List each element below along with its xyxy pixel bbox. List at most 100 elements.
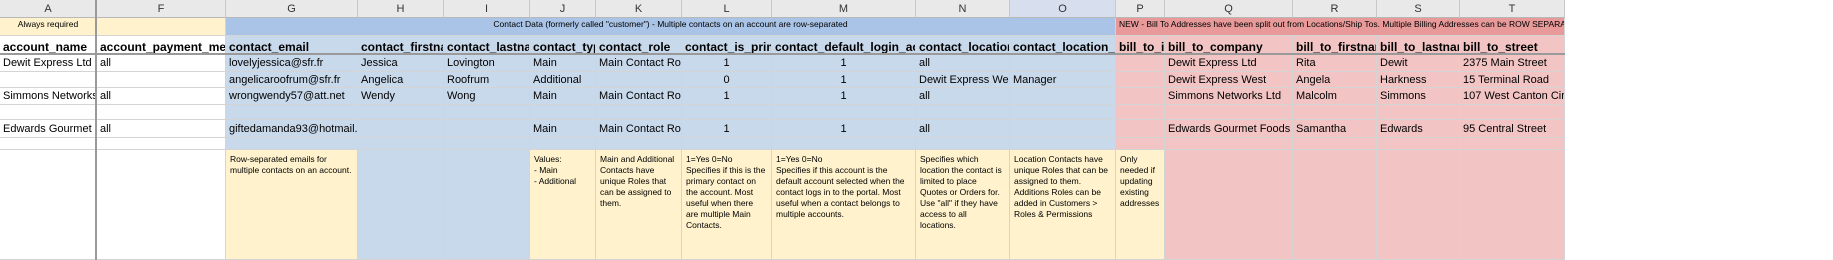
cell-contact-email[interactable]: angelicaroofrum@sfr.fr: [226, 72, 358, 88]
column-header-j[interactable]: J: [530, 0, 596, 18]
cell-account-name[interactable]: [0, 72, 97, 88]
note-contact-type[interactable]: Values: - Main - Additional: [530, 150, 596, 260]
column-header-r[interactable]: R: [1293, 0, 1377, 18]
cell-contact-location[interactable]: all: [916, 120, 1010, 138]
note-contact-location-role[interactable]: Location Contacts have unique Roles that…: [1010, 150, 1116, 260]
cell-bill-to-lastname[interactable]: Harkness: [1377, 72, 1460, 88]
note-contact-email[interactable]: Row-separated emails for multiple contac…: [226, 150, 358, 260]
cell-contact-is-primary[interactable]: 1: [682, 88, 772, 105]
cell-contact-type[interactable]: Additional: [530, 72, 596, 88]
cell-contact-email[interactable]: wrongwendy57@att.net: [226, 88, 358, 105]
note-account-payment-method[interactable]: [97, 150, 226, 260]
column-header-q[interactable]: Q: [1165, 0, 1293, 18]
cell-contact-type[interactable]: [530, 105, 596, 120]
cell-contact-location[interactable]: [916, 138, 1010, 150]
cell-bill-to-lastname[interactable]: Dewit: [1377, 55, 1460, 72]
banner-cell[interactable]: [97, 18, 226, 36]
note-bill-to-company[interactable]: [1165, 150, 1293, 260]
cell-account-name[interactable]: [0, 105, 97, 120]
cell-account-payment-method[interactable]: all: [97, 120, 226, 138]
note-contact-role[interactable]: Main and Additional Contacts have unique…: [596, 150, 682, 260]
banner-bill-to[interactable]: NEW - Bill To Addresses have been split …: [1116, 18, 1565, 36]
cell-bill-to-lastname[interactable]: [1377, 105, 1460, 120]
cell-contact-lastname[interactable]: [444, 138, 530, 150]
cell-account-payment-method[interactable]: [97, 105, 226, 120]
note-contact-firstname[interactable]: [358, 150, 444, 260]
cell-contact-email[interactable]: giftedamanda93@hotmail.it: [226, 120, 358, 138]
banner-always-required[interactable]: Always required: [0, 18, 97, 36]
cell-bill-to-company[interactable]: Dewit Express Ltd: [1165, 55, 1293, 72]
column-header-h[interactable]: H: [358, 0, 444, 18]
column-header-i[interactable]: I: [444, 0, 530, 18]
cell-contact-firstname[interactable]: Wendy: [358, 88, 444, 105]
cell-contact-location[interactable]: [916, 105, 1010, 120]
cell-contact-email[interactable]: lovelyjessica@sfr.fr: [226, 55, 358, 72]
cell-account-payment-method[interactable]: [97, 72, 226, 88]
cell-contact-type[interactable]: [530, 138, 596, 150]
cell-contact-default-login-account[interactable]: [772, 105, 916, 120]
cell-contact-location-role[interactable]: [1010, 138, 1116, 150]
cell-bill-to-id[interactable]: [1116, 55, 1165, 72]
cell-contact-firstname[interactable]: [358, 105, 444, 120]
note-contact-lastname[interactable]: [444, 150, 530, 260]
cell-contact-email[interactable]: [226, 138, 358, 150]
cell-contact-role[interactable]: Main Contact Role: [596, 120, 682, 138]
cell-bill-to-firstname[interactable]: [1293, 105, 1377, 120]
cell-bill-to-street[interactable]: 15 Terminal Road: [1460, 72, 1565, 88]
cell-bill-to-street[interactable]: 2375 Main Street: [1460, 55, 1565, 72]
cell-contact-lastname[interactable]: Lovington: [444, 55, 530, 72]
cell-contact-location[interactable]: all: [916, 55, 1010, 72]
cell-account-payment-method[interactable]: [97, 138, 226, 150]
cell-contact-location-role[interactable]: [1010, 105, 1116, 120]
note-bill-to-id[interactable]: Only needed if updating existing address…: [1116, 150, 1165, 260]
cell-account-name[interactable]: Edwards Gourmet Foods: [0, 120, 97, 138]
note-contact-is-primary[interactable]: 1=Yes 0=No Specifies if this is the prima…: [682, 150, 772, 260]
cell-contact-role[interactable]: Main Contact Role: [596, 55, 682, 72]
cell-bill-to-id[interactable]: [1116, 72, 1165, 88]
column-header-l[interactable]: L: [682, 0, 772, 18]
cell-bill-to-street[interactable]: 107 West Canton Circle: [1460, 88, 1565, 105]
cell-bill-to-firstname[interactable]: Rita: [1293, 55, 1377, 72]
cell-contact-role[interactable]: Main Contact Role: [596, 88, 682, 105]
cell-contact-firstname[interactable]: [358, 138, 444, 150]
cell-contact-type[interactable]: Main: [530, 120, 596, 138]
column-header-t[interactable]: T: [1460, 0, 1565, 18]
cell-contact-default-login-account[interactable]: 1: [772, 120, 916, 138]
cell-bill-to-id[interactable]: [1116, 138, 1165, 150]
cell-contact-is-primary[interactable]: 1: [682, 55, 772, 72]
cell-account-name[interactable]: Dewit Express Ltd: [0, 55, 97, 72]
note-bill-to-firstname[interactable]: [1293, 150, 1377, 260]
cell-contact-default-login-account[interactable]: 1: [772, 88, 916, 105]
cell-bill-to-street[interactable]: [1460, 138, 1565, 150]
cell-bill-to-company[interactable]: Edwards Gourmet Foods Ltd: [1165, 120, 1293, 138]
cell-contact-role[interactable]: [596, 138, 682, 150]
cell-contact-firstname[interactable]: Jessica: [358, 55, 444, 72]
cell-contact-location[interactable]: all: [916, 88, 1010, 105]
cell-contact-firstname[interactable]: Angelica: [358, 72, 444, 88]
cell-contact-location-role[interactable]: [1010, 55, 1116, 72]
column-header-g[interactable]: G: [226, 0, 358, 18]
note-account-name[interactable]: [0, 150, 97, 260]
cell-contact-lastname[interactable]: [444, 120, 530, 138]
cell-bill-to-company[interactable]: Dewit Express West: [1165, 72, 1293, 88]
note-bill-to-lastname[interactable]: [1377, 150, 1460, 260]
note-contact-default-login-account[interactable]: 1=Yes 0=No Specifies if this account is t…: [772, 150, 916, 260]
cell-contact-role[interactable]: [596, 105, 682, 120]
cell-contact-lastname[interactable]: Roofrum: [444, 72, 530, 88]
column-header-m[interactable]: M: [772, 0, 916, 18]
cell-contact-type[interactable]: Main: [530, 88, 596, 105]
cell-contact-role[interactable]: [596, 72, 682, 88]
cell-contact-default-login-account[interactable]: 1: [772, 55, 916, 72]
column-header-p[interactable]: P: [1116, 0, 1165, 18]
note-contact-location[interactable]: Specifies which location the contact is …: [916, 150, 1010, 260]
cell-bill-to-firstname[interactable]: Samantha: [1293, 120, 1377, 138]
cell-bill-to-id[interactable]: [1116, 88, 1165, 105]
cell-bill-to-lastname[interactable]: Simmons: [1377, 88, 1460, 105]
column-header-f[interactable]: F: [97, 0, 226, 18]
cell-contact-location[interactable]: Dewit Express West: [916, 72, 1010, 88]
cell-account-name[interactable]: Simmons Networks Ltd: [0, 88, 97, 105]
cell-bill-to-company[interactable]: Simmons Networks Ltd: [1165, 88, 1293, 105]
cell-contact-lastname[interactable]: Wong: [444, 88, 530, 105]
cell-bill-to-company[interactable]: [1165, 105, 1293, 120]
cell-account-name[interactable]: [0, 138, 97, 150]
